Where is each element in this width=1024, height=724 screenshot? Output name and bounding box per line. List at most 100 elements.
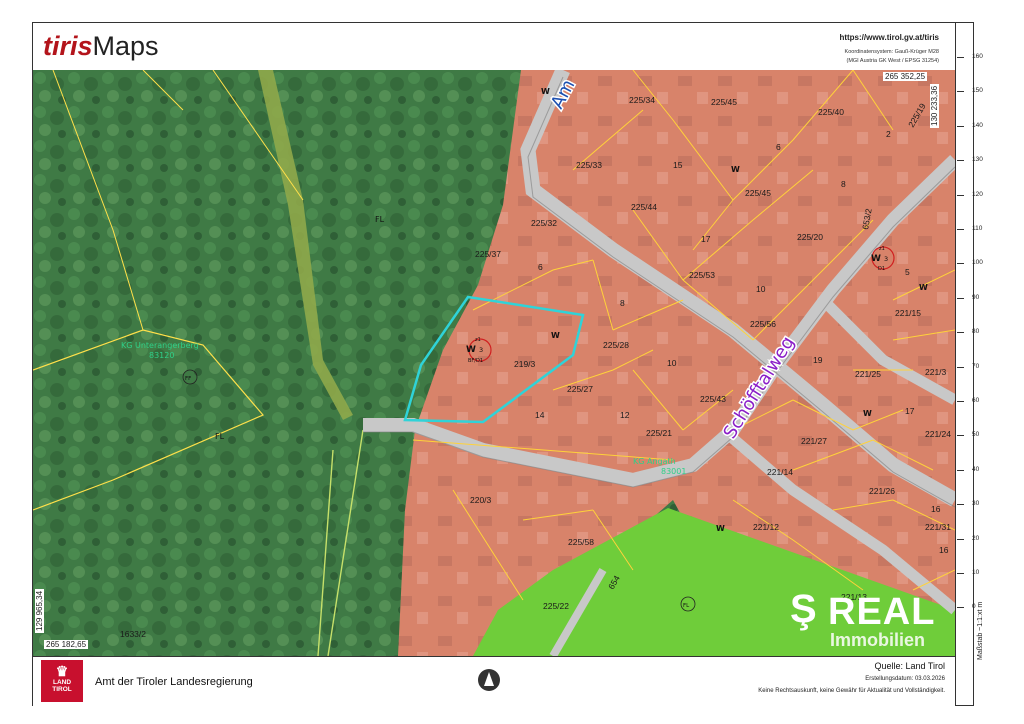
zone-label: FL: [375, 215, 385, 224]
scale-tick-label: 90: [972, 293, 980, 301]
scale-tick-label: 60: [972, 397, 980, 404]
scale-tick-label: 160: [972, 53, 983, 60]
parcel-label[interactable]: 225/43: [700, 394, 726, 404]
zoning-marker-num: 3: [479, 346, 483, 354]
parcel-label[interactable]: 10: [756, 284, 766, 294]
scale-tick-label: 30: [972, 500, 980, 508]
crs-line-2: (MGI Austria GK West / EPSG 31254): [846, 58, 939, 64]
sreal-s-icon: Ş: [790, 587, 817, 631]
eagle-icon: ♛: [55, 663, 69, 679]
parcel-label[interactable]: 225/34: [629, 95, 655, 105]
scale-tick-mark: [957, 573, 964, 574]
parcel-label[interactable]: 16: [931, 504, 941, 514]
parcel-label[interactable]: 225/20: [797, 232, 823, 242]
parcel-label[interactable]: 8: [620, 298, 625, 308]
scale-tick-label: 130: [972, 156, 983, 164]
parcel-label[interactable]: 16: [939, 545, 949, 555]
parcel-label[interactable]: 6: [776, 142, 781, 152]
parcel-label[interactable]: 10: [667, 358, 677, 368]
parcel-label[interactable]: 225/37: [475, 249, 501, 259]
crs-line-1: Koordinatensystem: Gauß-Krüger M28: [844, 49, 939, 55]
zoning-marker-top: z1: [475, 337, 481, 343]
parcel-label[interactable]: 15: [673, 160, 683, 170]
parcel-label[interactable]: 5: [905, 267, 910, 277]
source-text: Quelle: Land Tirol: [874, 661, 945, 671]
scale-tick-label: 140: [972, 121, 983, 129]
parcel-label[interactable]: 225/45: [745, 188, 771, 198]
parcel-label[interactable]: 221/15: [895, 308, 921, 318]
sreal-text: REAL: [828, 591, 936, 633]
scale-tick-mark: [957, 332, 964, 334]
scale-tick-mark: [957, 229, 964, 230]
zone-w-label: W: [716, 524, 725, 533]
tiris-maps-logo: tirisMaps: [43, 31, 159, 61]
creation-date: Erstellungsdatum: 03.03.2026: [865, 676, 945, 682]
scale-tick-mark: [957, 538, 964, 540]
coord-top-right-y: 130 233,36: [930, 83, 939, 128]
scale-tick-label: 120: [972, 190, 983, 198]
scale-tick-mark: [957, 366, 964, 368]
parcel-label[interactable]: 221/12: [753, 522, 779, 532]
cadastral-map[interactable]: z1 W 3 BF/D1 z1 W 3 D1 225/34 225/45 225/4…: [33, 70, 955, 656]
zoning-marker-main: W: [871, 254, 881, 264]
land-tirol-logo: ♛ LAND TIROL: [41, 660, 83, 702]
parcel-label[interactable]: 17: [701, 234, 711, 244]
zoning-marker-num: 3: [884, 255, 888, 263]
parcel-label[interactable]: 8: [841, 179, 846, 189]
parcel-label[interactable]: 221/31: [925, 522, 951, 532]
parcel-label[interactable]: 14: [535, 410, 545, 420]
community-name: KG Angath: [633, 457, 676, 466]
scale-tick-label: 0: [972, 603, 976, 611]
coord-bottom-left-y: 129 965,34: [35, 588, 44, 633]
scale-tick-label: 50: [972, 431, 980, 439]
parcel-label[interactable]: 219/3: [514, 359, 536, 369]
scale-tick-mark: [957, 401, 964, 402]
scale-label: Maßstab ~1:1:xt m: [977, 601, 984, 660]
parcel-label[interactable]: 225/33: [576, 160, 602, 170]
parcel-label[interactable]: 1633/2: [120, 629, 146, 639]
zone-label: FL: [683, 603, 690, 609]
scale-tick-label: 10: [972, 569, 980, 576]
parcel-label[interactable]: 225/53: [689, 270, 715, 280]
parcel-label[interactable]: 221/25: [855, 369, 881, 379]
parcel-label[interactable]: 220/3: [470, 495, 492, 505]
parcel-label[interactable]: 225/22: [543, 601, 569, 611]
north-arrow-icon: [478, 669, 500, 691]
scale-tick-label: 100: [972, 259, 983, 267]
scale-tick-mark: [957, 504, 964, 506]
disclaimer: Keine Rechtsauskunft, keine Gewähr für A…: [758, 688, 945, 694]
zone-w-label: W: [731, 165, 740, 174]
parcel-label[interactable]: 221/3: [925, 367, 947, 377]
parcel-label[interactable]: 225/56: [750, 319, 776, 329]
zone-w-label: W: [551, 331, 560, 340]
parcel-label[interactable]: 225/21: [646, 428, 672, 438]
scale-tick-label: 70: [972, 362, 980, 370]
parcel-label[interactable]: 6: [538, 262, 543, 272]
parcel-label[interactable]: 225/27: [567, 384, 593, 394]
scale-tick-mark: [957, 194, 964, 196]
zone-w-label: W: [541, 87, 550, 96]
zoning-marker-main: W: [466, 345, 476, 355]
header-url[interactable]: https://www.tirol.gv.at/tiris: [839, 33, 939, 42]
scale-tick-label: 150: [972, 87, 983, 95]
scale-tick-mark: [957, 57, 964, 58]
parcel-label[interactable]: 19: [813, 355, 823, 365]
parcel-label[interactable]: 225/45: [711, 97, 737, 107]
zone-w-label: W: [863, 409, 872, 418]
parcel-label[interactable]: 221/27: [801, 436, 827, 446]
zone-label: FL: [215, 432, 225, 441]
parcel-label[interactable]: 221/24: [925, 429, 951, 439]
parcel-label[interactable]: 225/28: [603, 340, 629, 350]
community-code: 83001: [661, 467, 686, 476]
parcel-label[interactable]: 221/14: [767, 467, 793, 477]
parcel-label[interactable]: 225/32: [531, 218, 557, 228]
parcel-label[interactable]: 12: [620, 410, 630, 420]
parcel-label[interactable]: 17: [905, 406, 915, 416]
parcel-label[interactable]: 225/44: [631, 202, 657, 212]
zone-label: FF: [185, 376, 191, 382]
parcel-label[interactable]: 2: [886, 129, 891, 139]
scale-tick-label: 20: [972, 534, 980, 542]
parcel-label[interactable]: 225/40: [818, 107, 844, 117]
parcel-label[interactable]: 221/26: [869, 486, 895, 496]
parcel-label[interactable]: 225/58: [568, 537, 594, 547]
